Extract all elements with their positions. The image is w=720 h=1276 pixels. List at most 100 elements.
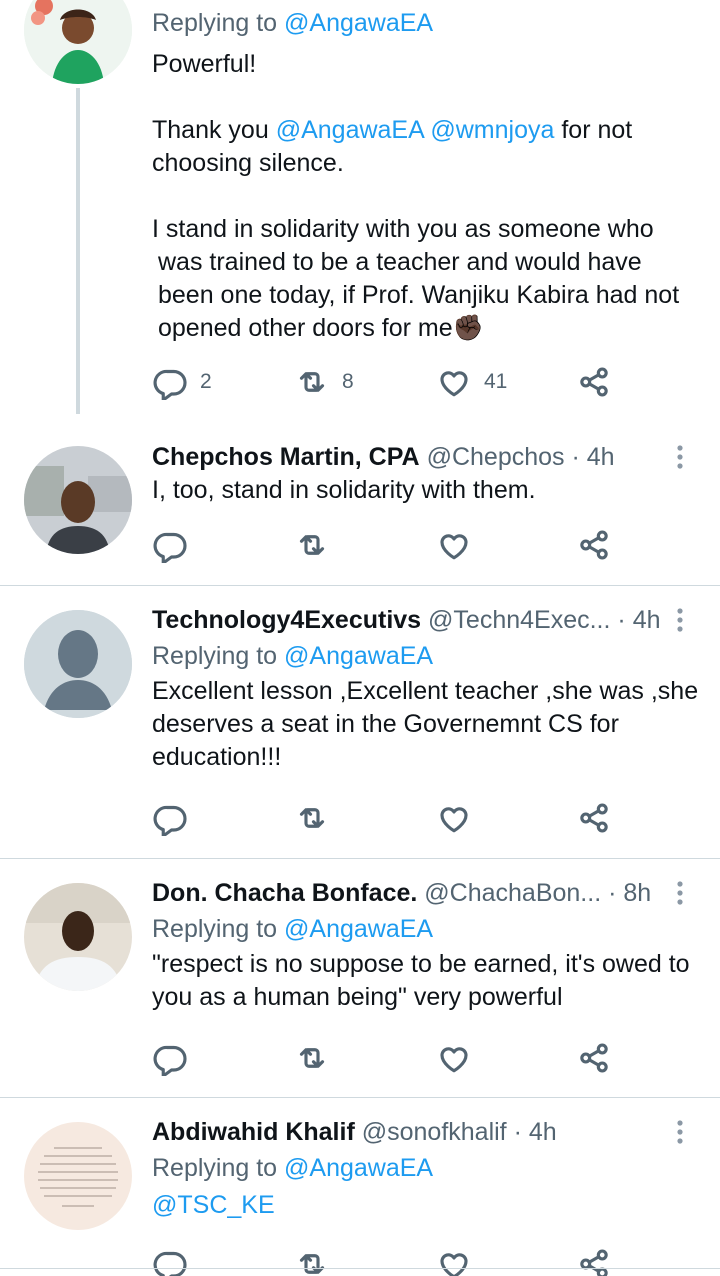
retweet-icon [299, 1048, 325, 1068]
tweet-item[interactable]: Don. Chacha Bonface. @ChachaBon... · 8h … [0, 859, 720, 1097]
like-button[interactable] [436, 1244, 472, 1276]
retweet-button[interactable] [294, 525, 330, 565]
tweet-item[interactable]: Technology4Executivs @Techn4Exec... · 4h… [0, 586, 720, 858]
replying-to: Replying to @AngawaEA [152, 915, 434, 943]
replying-to: Replying to @AngawaEA [152, 642, 434, 670]
share-icon [580, 1043, 608, 1073]
tweet-item[interactable]: Replying to @AngawaEA Powerful! Thank yo… [0, 0, 720, 430]
mention-link[interactable]: @AngawaEA [284, 1154, 433, 1182]
author-name[interactable]: Technology4Executivs [152, 606, 421, 634]
share-button[interactable] [576, 1244, 612, 1276]
tweet-item[interactable]: Chepchos Martin, CPA @Chepchos · 4h I, t… [0, 430, 720, 585]
mention-link[interactable]: @AngawaEA [276, 116, 424, 144]
tweet-header: Chepchos Martin, CPA @Chepchos · 4h [152, 440, 700, 474]
more-options-button[interactable] [660, 876, 700, 910]
author-name[interactable]: Chepchos Martin, CPA [152, 443, 420, 471]
reply-count: 2 [200, 370, 212, 393]
tweet-text: I, too, stand in solidarity with them. [152, 476, 536, 504]
tweet-text: Excellent lesson ,Excellent teacher ,she… [152, 677, 699, 771]
reply-button[interactable] [152, 798, 188, 838]
share-button[interactable] [576, 362, 612, 402]
like-icon [440, 534, 468, 560]
like-icon [440, 1253, 468, 1276]
author-handle[interactable]: @Techn4Exec... [428, 606, 610, 634]
replying-to: Replying to @AngawaEA [152, 9, 434, 37]
default-avatar-icon [24, 610, 132, 718]
share-icon [580, 367, 608, 397]
separator-dot: · [608, 879, 617, 907]
avatar[interactable] [24, 1122, 132, 1230]
reply-button[interactable] [152, 1244, 188, 1276]
mention-link[interactable]: @AngawaEA [284, 9, 433, 37]
retweet-button[interactable] [294, 1038, 330, 1078]
avatar[interactable] [24, 446, 132, 554]
reply-icon [153, 532, 187, 563]
reply-button[interactable]: 2 [152, 362, 212, 402]
like-icon [440, 371, 468, 397]
mention-link[interactable]: @wmnjoya [430, 116, 554, 144]
author-name[interactable]: Abdiwahid Khalif [152, 1118, 355, 1146]
tweet-item[interactable]: Abdiwahid Khalif @sonofkhalif · 4h Reply… [0, 1098, 720, 1276]
timestamp[interactable]: 4h [633, 606, 661, 634]
tweet-header: Technology4Executivs @Techn4Exec... · 4h [152, 603, 700, 637]
more-options-button[interactable] [660, 1115, 700, 1149]
more-icon [677, 1120, 683, 1144]
share-button[interactable] [576, 525, 612, 565]
like-button[interactable] [436, 1038, 472, 1078]
more-icon [677, 881, 683, 905]
retweet-button[interactable]: 8 [294, 362, 354, 402]
timestamp[interactable]: 8h [623, 879, 651, 907]
reply-icon [153, 369, 187, 400]
retweet-button[interactable] [294, 798, 330, 838]
avatar[interactable] [24, 0, 132, 84]
like-count: 41 [484, 370, 508, 393]
author-handle[interactable]: @ChachaBon... [424, 879, 601, 907]
author-handle[interactable]: @Chepchos [427, 443, 565, 471]
avatar[interactable] [24, 883, 132, 991]
share-button[interactable] [576, 1038, 612, 1078]
like-button[interactable] [436, 798, 472, 838]
more-options-button[interactable] [660, 440, 700, 474]
timestamp[interactable]: 4h [587, 443, 615, 471]
replying-to: Replying to @AngawaEA [152, 1154, 434, 1182]
avatar[interactable] [24, 610, 132, 718]
reply-icon [153, 1251, 187, 1276]
reply-button[interactable] [152, 525, 188, 565]
more-icon [677, 608, 683, 632]
divider [0, 1268, 720, 1269]
tweet-header: Abdiwahid Khalif @sonofkhalif · 4h [152, 1115, 700, 1149]
share-icon [580, 1249, 608, 1276]
separator-dot: · [571, 443, 580, 471]
reply-icon [153, 805, 187, 836]
separator-dot: · [617, 606, 626, 634]
retweet-icon [299, 372, 325, 392]
retweet-icon [299, 535, 325, 555]
mention-link[interactable]: @AngawaEA [284, 642, 433, 670]
timestamp[interactable]: 4h [529, 1118, 557, 1146]
separator-dot: · [513, 1118, 522, 1146]
author-name[interactable]: Don. Chacha Bonface. [152, 879, 417, 907]
share-button[interactable] [576, 798, 612, 838]
like-icon [440, 1047, 468, 1073]
thread-connector-line [76, 88, 80, 414]
retweet-button[interactable] [294, 1244, 330, 1276]
tweet-header: Don. Chacha Bonface. @ChachaBon... · 8h [152, 876, 700, 910]
retweet-icon [299, 808, 325, 828]
more-icon [677, 445, 683, 469]
share-icon [580, 803, 608, 833]
mention-link[interactable]: @TSC_KE [152, 1191, 275, 1219]
like-icon [440, 807, 468, 833]
reply-button[interactable] [152, 1038, 188, 1078]
tweet-text: @TSC_KE [152, 1189, 700, 1222]
author-handle[interactable]: @sonofkhalif [362, 1118, 507, 1146]
more-options-button[interactable] [660, 603, 700, 637]
tweet-text: Powerful! Thank you @AngawaEA @wmnjoya f… [152, 50, 680, 342]
tweet-text: "respect is no suppose to be earned, it'… [152, 950, 690, 1011]
share-icon [580, 530, 608, 560]
retweet-icon [299, 1254, 325, 1274]
retweet-count: 8 [342, 370, 354, 393]
mention-link[interactable]: @AngawaEA [284, 915, 433, 943]
like-button[interactable]: 41 [436, 362, 507, 402]
like-button[interactable] [436, 525, 472, 565]
reply-icon [153, 1045, 187, 1076]
